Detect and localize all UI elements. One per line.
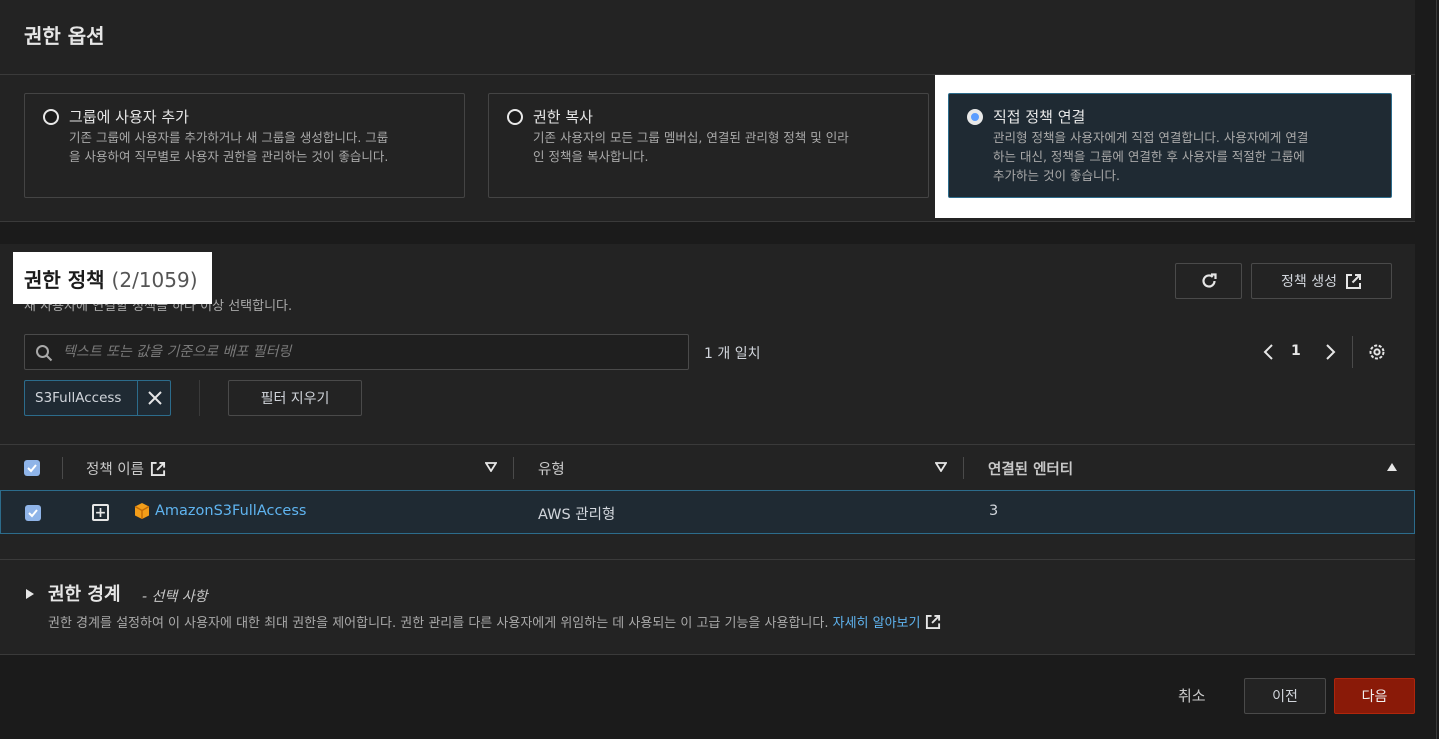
permission-policies-panel: 새 사용자에 연결할 정책을 하나 이상 선택합니다. 권한 정책 (2/105… bbox=[0, 244, 1415, 559]
column-divider bbox=[513, 457, 514, 479]
permission-options-panel: 권한 옵션 그룹에 사용자 추가 기존 그룹에 사용자를 추가하거나 새 그룹을… bbox=[0, 0, 1415, 222]
boundary-optional-label: - 선택 사항 bbox=[142, 589, 208, 605]
current-page[interactable]: 1 bbox=[1291, 343, 1301, 359]
permission-options-header: 권한 옵션 bbox=[0, 0, 1415, 75]
option-description: 관리형 정책을 사용자에게 직접 연결합니다. 사용자에게 연결 하는 대신, … bbox=[993, 130, 1309, 183]
close-icon bbox=[148, 391, 162, 405]
boundary-description: 권한 경계를 설정하여 이 사용자에 대한 최대 권한을 제어합니다. 권한 관… bbox=[48, 612, 941, 631]
option-copy-permissions[interactable]: 권한 복사 기존 사용자의 모든 그룹 멤버십, 연결된 관리형 정책 및 인라… bbox=[488, 93, 929, 198]
permission-boundary-panel: 권한 경계 - 선택 사항 권한 경계를 설정하여 이 사용자에 대한 최대 권… bbox=[0, 559, 1415, 655]
caret-right-icon[interactable] bbox=[24, 588, 36, 600]
previous-page-button[interactable] bbox=[1258, 341, 1278, 363]
radio-copy-permissions[interactable] bbox=[507, 109, 523, 125]
policy-name-link[interactable]: AmazonS3FullAccess bbox=[155, 503, 306, 519]
scrollbar-track[interactable] bbox=[1436, 0, 1437, 739]
filter-token: S3FullAccess bbox=[24, 380, 171, 416]
search-icon bbox=[36, 345, 53, 362]
sort-down-icon[interactable] bbox=[485, 462, 497, 472]
clear-filters-button[interactable]: 필터 지우기 bbox=[228, 380, 362, 416]
policy-type: AWS 관리형 bbox=[538, 507, 616, 523]
option-add-to-group[interactable]: 그룹에 사용자 추가 기존 그룹에 사용자를 추가하거나 새 그룹을 생성합니다… bbox=[24, 93, 465, 198]
table-settings-button[interactable] bbox=[1366, 341, 1388, 363]
pager-divider bbox=[1352, 336, 1353, 368]
table-row[interactable]: + AmazonS3FullAccess AWS 관리형 3 bbox=[0, 490, 1415, 534]
external-link-icon bbox=[1345, 273, 1361, 289]
option-description: 기존 그룹에 사용자를 추가하거나 새 그룹을 생성합니다. 그룹 을 사용하여… bbox=[69, 130, 389, 164]
expand-row-button[interactable]: + bbox=[92, 504, 109, 521]
learn-more-link[interactable]: 자세히 알아보기 bbox=[833, 612, 942, 631]
check-icon bbox=[27, 464, 37, 473]
option-attach-policies-directly[interactable]: 직접 정책 연결 관리형 정책을 사용자에게 직접 연결합니다. 사용자에게 연… bbox=[948, 93, 1392, 198]
row-checkbox[interactable] bbox=[25, 505, 41, 521]
filter-token-label: S3FullAccess bbox=[35, 390, 122, 406]
option-label: 직접 정책 연결 bbox=[993, 108, 1086, 126]
option-label: 권한 복사 bbox=[533, 108, 593, 126]
boundary-title[interactable]: 권한 경계 bbox=[48, 580, 121, 606]
next-page-button[interactable] bbox=[1321, 341, 1341, 363]
create-policy-button[interactable]: 정책 생성 bbox=[1251, 263, 1392, 299]
column-header-attached-entities[interactable]: 연결된 엔터티 bbox=[988, 458, 1073, 479]
sort-down-icon[interactable] bbox=[935, 462, 947, 472]
select-all-checkbox[interactable] bbox=[24, 460, 40, 476]
previous-button[interactable]: 이전 bbox=[1244, 678, 1326, 714]
policies-title: 권한 정책 (2/1059) bbox=[24, 268, 198, 292]
sort-up-icon[interactable] bbox=[1386, 462, 1398, 472]
remove-filter-button[interactable] bbox=[137, 380, 172, 416]
external-link-icon bbox=[150, 461, 166, 476]
chevron-left-icon bbox=[1263, 344, 1273, 360]
attached-entities-count: 3 bbox=[989, 503, 999, 519]
refresh-icon bbox=[1201, 273, 1217, 288]
next-button[interactable]: 다음 bbox=[1334, 678, 1415, 714]
option-label: 그룹에 사용자 추가 bbox=[69, 108, 189, 126]
column-header-policy-name[interactable]: 정책 이름 bbox=[86, 458, 166, 479]
policies-count: (2/1059) bbox=[111, 268, 198, 292]
column-divider bbox=[963, 457, 964, 479]
radio-attach-policies-directly[interactable] bbox=[967, 109, 983, 125]
permission-options-title: 권한 옵션 bbox=[24, 24, 105, 48]
option-description: 기존 사용자의 모든 그룹 멤버십, 연결된 관리형 정책 및 인라 인 정책을… bbox=[533, 130, 849, 164]
chevron-right-icon bbox=[1326, 344, 1336, 360]
policy-cube-icon bbox=[134, 503, 150, 519]
refresh-button[interactable] bbox=[1175, 263, 1242, 299]
check-icon bbox=[28, 509, 38, 518]
cancel-button[interactable]: 취소 bbox=[1178, 685, 1206, 706]
radio-add-to-group[interactable] bbox=[43, 109, 59, 125]
match-count: 1 개 일치 bbox=[704, 346, 761, 362]
search-input[interactable] bbox=[63, 335, 683, 369]
gear-icon bbox=[1369, 344, 1385, 360]
create-policy-label: 정책 생성 bbox=[1281, 274, 1337, 290]
table-header: 정책 이름 유형 연결된 엔터티 bbox=[0, 444, 1415, 490]
search-box[interactable] bbox=[24, 334, 689, 370]
column-divider bbox=[62, 457, 63, 479]
filter-divider bbox=[199, 380, 200, 416]
column-header-type[interactable]: 유형 bbox=[538, 458, 565, 479]
external-link-icon bbox=[926, 614, 941, 629]
